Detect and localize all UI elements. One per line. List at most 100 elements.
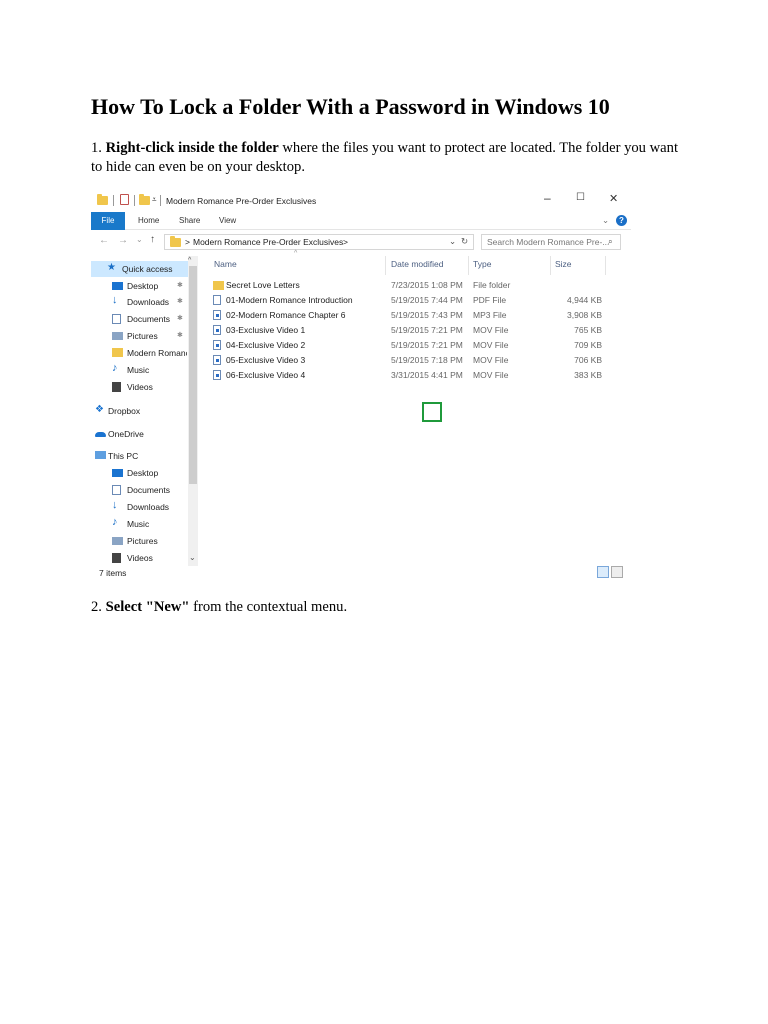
file-row[interactable]: Secret Love Letters 7/23/2015 1:08 PM Fi… (211, 278, 611, 293)
nav-item-dropbox[interactable]: ❖ Dropbox (91, 403, 189, 419)
up-arrow-icon[interactable]: ↑ (150, 234, 155, 245)
address-path[interactable]: Modern Romance Pre-Order Exclusives (193, 237, 343, 247)
scroll-up-icon[interactable]: ^ (188, 257, 191, 264)
address-chevron-icon[interactable]: > (343, 237, 348, 247)
video-file-icon (213, 370, 221, 380)
pin-icon[interactable]: ✱ (177, 314, 183, 322)
divider (160, 195, 161, 206)
pictures-icon (112, 537, 123, 545)
nav-item-music[interactable]: ♪ Music (91, 516, 189, 532)
click-location-highlight (422, 402, 442, 422)
scroll-down-icon[interactable]: ⌄ (189, 553, 196, 562)
nav-label: Pictures (127, 536, 158, 546)
refresh-icon[interactable]: ↻ (461, 236, 468, 247)
help-icon[interactable]: ? (616, 215, 627, 226)
file-row[interactable]: 01-Modern Romance Introduction 5/19/2015… (211, 293, 611, 308)
file-name: 01-Modern Romance Introduction (226, 295, 353, 305)
tab-share[interactable]: Share (179, 212, 200, 230)
file-name: 06-Exclusive Video 4 (226, 370, 306, 380)
status-item-count: 7 items (99, 568, 127, 578)
file-type: File folder (473, 280, 511, 290)
pin-icon[interactable]: ✱ (177, 331, 183, 339)
nav-label: OneDrive (108, 429, 144, 439)
address-dropdown-icon[interactable]: ⌄ (449, 236, 456, 247)
file-row[interactable]: 02-Modern Romance Chapter 6 5/19/2015 7:… (211, 308, 611, 323)
nav-item-documents[interactable]: Documents (91, 482, 189, 498)
step-2-bold: Select "New" (105, 599, 190, 615)
large-icons-view-icon[interactable] (611, 566, 623, 578)
recent-dropdown-icon[interactable]: ⌄ (136, 235, 143, 244)
minimize-button[interactable]: – (544, 191, 551, 205)
file-row[interactable]: 03-Exclusive Video 1 5/19/2015 7:21 PM M… (211, 323, 611, 338)
nav-item-modern-romance[interactable]: Modern Romance (91, 345, 189, 361)
tab-file[interactable]: File (91, 212, 125, 230)
pin-icon[interactable]: ✱ (177, 297, 183, 305)
tab-home[interactable]: Home (138, 212, 159, 230)
folder-icon (97, 194, 108, 205)
nav-item-downloads[interactable]: ↓ Downloads (91, 499, 189, 515)
nav-item-this-pc[interactable]: This PC (91, 448, 189, 464)
details-view-icon[interactable] (597, 566, 609, 578)
column-type[interactable]: Type (473, 259, 491, 269)
music-icon: ♪ (112, 362, 118, 374)
address-separator: > (185, 237, 190, 247)
chevron-down-icon[interactable]: ⌄ (602, 215, 609, 226)
file-date: 3/31/2015 4:41 PM (391, 370, 463, 380)
forward-arrow-icon[interactable]: → (118, 235, 128, 246)
file-row[interactable]: 04-Exclusive Video 2 5/19/2015 7:21 PM M… (211, 338, 611, 353)
nav-item-pictures[interactable]: Pictures (91, 533, 189, 549)
new-folder-icon[interactable] (139, 194, 150, 205)
qat-dropdown-icon[interactable]: ⩡ (152, 195, 157, 205)
column-divider[interactable] (468, 256, 469, 275)
nav-label: Quick access (122, 264, 173, 274)
file-size: 765 KB (574, 325, 602, 335)
file-name: 05-Exclusive Video 3 (226, 355, 306, 365)
star-icon: ★ (107, 262, 116, 273)
nav-item-videos[interactable]: Videos (91, 550, 189, 566)
column-date-modified[interactable]: Date modified (391, 259, 443, 269)
desktop-icon (112, 282, 123, 290)
documents-icon (112, 485, 121, 495)
nav-label: Music (127, 519, 150, 529)
column-divider[interactable] (605, 256, 606, 275)
search-icon[interactable]: ⌕ (608, 236, 613, 247)
column-divider[interactable] (550, 256, 551, 275)
column-divider[interactable] (385, 256, 386, 275)
column-name[interactable]: Name (214, 259, 237, 269)
search-placeholder: Search Modern Romance Pre-... (487, 237, 610, 247)
folder-icon (170, 236, 181, 247)
audio-file-icon (213, 310, 221, 320)
file-date: 5/19/2015 7:21 PM (391, 340, 463, 350)
file-row[interactable]: 06-Exclusive Video 4 3/31/2015 4:41 PM M… (211, 368, 611, 383)
pdf-file-icon (213, 295, 221, 305)
nav-item-downloads[interactable]: ↓ Downloads ✱ (91, 294, 189, 310)
file-type: PDF File (473, 295, 507, 305)
nav-item-documents[interactable]: Documents ✱ (91, 311, 189, 327)
file-size: 4,944 KB (567, 295, 602, 305)
divider (113, 195, 114, 206)
nav-item-videos[interactable]: Videos (91, 379, 189, 395)
desktop-icon (112, 469, 123, 477)
file-date: 7/23/2015 1:08 PM (391, 280, 463, 290)
maximize-button[interactable]: ☐ (576, 192, 585, 203)
nav-label: This PC (108, 451, 139, 461)
nav-item-pictures[interactable]: Pictures ✱ (91, 328, 189, 344)
nav-item-desktop[interactable]: Desktop (91, 465, 189, 481)
pin-icon[interactable]: ✱ (177, 281, 183, 289)
file-row[interactable]: 05-Exclusive Video 3 5/19/2015 7:18 PM M… (211, 353, 611, 368)
nav-item-onedrive[interactable]: OneDrive (91, 426, 189, 442)
divider (134, 195, 135, 206)
nav-item-desktop[interactable]: Desktop ✱ (91, 278, 189, 294)
search-input[interactable]: Search Modern Romance Pre-... ⌕ (481, 234, 621, 250)
close-button[interactable]: ✕ (609, 192, 618, 205)
address-bar[interactable]: > Modern Romance Pre-Order Exclusives > … (164, 234, 474, 250)
back-arrow-icon[interactable]: ← (99, 235, 109, 246)
properties-icon[interactable] (120, 194, 129, 205)
file-date: 5/19/2015 7:18 PM (391, 355, 463, 365)
nav-item-quick-access[interactable]: ★ Quick access (91, 261, 189, 277)
column-size[interactable]: Size (555, 259, 572, 269)
nav-item-music[interactable]: ♪ Music (91, 362, 189, 378)
nav-scrollbar-thumb[interactable] (189, 266, 197, 484)
music-icon: ♪ (112, 516, 118, 528)
tab-view[interactable]: View (219, 212, 236, 230)
